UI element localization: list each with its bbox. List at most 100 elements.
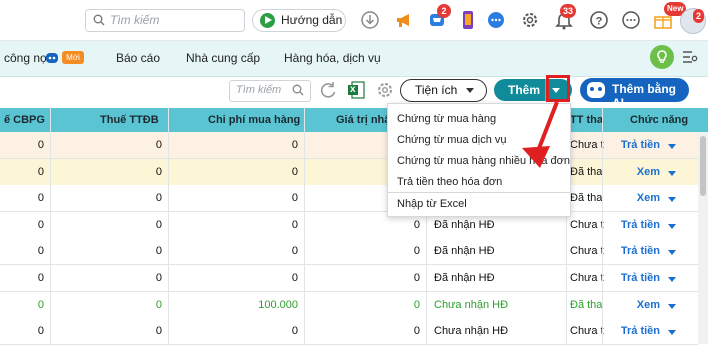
menu-item-import-excel[interactable]: Nhập từ Excel: [397, 198, 467, 210]
robot-icon: [46, 53, 58, 63]
table-row[interactable]: 0 0 0 Chưa t Trả tiền: [0, 132, 698, 159]
cell-import-value: 0: [413, 245, 420, 258]
cell-payment-status: Chưa t: [570, 325, 604, 338]
row-action-link[interactable]: Xem: [637, 299, 660, 311]
megaphone-icon[interactable]: [394, 10, 414, 30]
search-placeholder: Tìm kiếm: [110, 13, 160, 27]
table-row[interactable]: 0 0 100.000 0 Chưa nhận HĐ Đã tha Xem: [0, 291, 698, 319]
avatar-badge: 2: [693, 9, 705, 23]
export-excel-button[interactable]: x: [347, 81, 365, 99]
col-header-cbpg[interactable]: ế CBPG: [4, 114, 45, 126]
utilities-label: Tiện ích: [415, 83, 458, 97]
list-search-placeholder: Tìm kiếm: [236, 84, 282, 96]
help-icon[interactable]: ?: [589, 10, 609, 30]
table-row[interactable]: 0 0 0 0 Chưa nhận HĐ Chưa t Trả tiền: [0, 318, 698, 345]
chat-icon[interactable]: [486, 10, 506, 30]
cell-special-tax: 0: [155, 218, 162, 231]
chevron-down-icon[interactable]: [668, 277, 676, 282]
col-header-purchase-cost[interactable]: Chi phí mua hàng: [208, 114, 300, 126]
vertical-scrollbar[interactable]: [698, 132, 708, 344]
cart-badge: 2: [437, 4, 451, 18]
cell-import-value: 0: [413, 218, 420, 231]
avatar[interactable]: 2: [680, 8, 706, 34]
refresh-icon[interactable]: [318, 80, 338, 100]
menu-item-purchase-voucher[interactable]: Chứng từ mua hàng: [397, 113, 496, 125]
cell-cbpg: 0: [37, 272, 44, 284]
cell-invoice-status: Chưa nhận HĐ: [434, 325, 509, 338]
cell-cbpg: 0: [37, 165, 44, 178]
cell-cbpg: 0: [37, 218, 44, 231]
cell-purchase-cost: 0: [291, 272, 298, 284]
row-action-link[interactable]: Trả tiền: [621, 139, 660, 151]
row-action-link[interactable]: Xem: [637, 166, 660, 178]
cell-special-tax: 0: [155, 325, 162, 338]
cell-purchase-cost: 0: [291, 165, 298, 178]
table-row[interactable]: 0 0 0 0 Đã nhận HĐ Chưa t Trả tiền: [0, 265, 698, 292]
menu-divider: [388, 192, 570, 193]
new-pill: Mới: [62, 51, 84, 64]
list-search-input[interactable]: Tìm kiếm: [229, 80, 311, 102]
col-header-actions[interactable]: Chức năng: [630, 114, 688, 126]
chevron-down-icon[interactable]: [668, 330, 676, 336]
cell-purchase-cost: 0: [291, 245, 298, 258]
chevron-down-icon[interactable]: [668, 223, 676, 229]
cell-purchase-cost: 0: [291, 218, 298, 231]
cell-special-tax: 0: [155, 192, 162, 205]
row-action-link[interactable]: Trả tiền: [621, 245, 660, 257]
chevron-down-icon[interactable]: [668, 303, 676, 309]
row-action-link[interactable]: Trả tiền: [621, 325, 660, 337]
settings-icon[interactable]: [376, 81, 394, 99]
notification-badge: 33: [560, 4, 577, 18]
cart-button[interactable]: 2: [428, 4, 451, 30]
add-button[interactable]: Thêm: [508, 83, 540, 97]
menu-item-pay-by-invoice[interactable]: Trả tiền theo hóa đơn: [397, 176, 502, 188]
notification-button[interactable]: 33: [554, 4, 577, 30]
menu-item-service-voucher[interactable]: Chứng từ mua dịch vụ: [397, 134, 507, 146]
table-row[interactable]: 0 0 0 Đã tha Xem: [0, 185, 698, 213]
global-search-input[interactable]: Tìm kiếm: [85, 9, 245, 32]
cell-cbpg: 0: [37, 298, 44, 311]
cell-cbpg: 0: [37, 192, 44, 205]
row-action-link[interactable]: Trả tiền: [621, 272, 660, 284]
gear-icon[interactable]: [520, 10, 540, 30]
table-row[interactable]: 0 0 0 Đã tha Xem: [0, 158, 698, 186]
chevron-down-icon[interactable]: [668, 144, 676, 149]
chevron-down-icon[interactable]: [668, 250, 676, 256]
cell-purchase-cost: 0: [291, 139, 298, 151]
guide-button[interactable]: Hướng dẫn: [252, 9, 346, 32]
phone-icon[interactable]: [458, 10, 478, 30]
row-action-link[interactable]: Trả tiền: [621, 219, 660, 231]
search-icon: [93, 14, 105, 26]
cell-special-tax: 0: [155, 245, 162, 258]
download-icon[interactable]: [360, 10, 380, 30]
cell-payment-status: Đã tha: [570, 298, 603, 311]
col-header-special-tax[interactable]: Thuế TTĐB: [100, 114, 159, 126]
cell-purchase-cost: 0: [291, 325, 298, 338]
tab-reports[interactable]: Báo cáo: [116, 51, 160, 65]
table-row[interactable]: 0 0 0 0 Đã nhận HĐ Chưa t Trả tiền: [0, 211, 698, 239]
table-row[interactable]: 0 0 0 0 Đã nhận HĐ Chưa t Trả tiền: [0, 238, 698, 266]
utilities-dropdown[interactable]: Tiện ích: [400, 79, 487, 102]
tab-payables[interactable]: công nợ: [4, 51, 48, 65]
search-icon: [292, 84, 304, 96]
tab-suppliers[interactable]: Nhà cung cấp: [186, 51, 260, 65]
more-icon[interactable]: [621, 10, 641, 30]
cell-invoice-status: Đã nhận HĐ: [434, 245, 495, 258]
ai-label: Thêm bằng AI: [612, 82, 677, 110]
chevron-down-icon[interactable]: [668, 170, 676, 176]
robot-icon: [587, 82, 605, 98]
cell-cbpg: 0: [37, 245, 44, 258]
col-header-payment-status[interactable]: TT tha: [570, 114, 603, 126]
cell-cbpg: 0: [37, 325, 44, 338]
tab-goods-services[interactable]: Hàng hóa, dịch vụ: [284, 51, 381, 65]
whats-new-button[interactable]: New: [652, 2, 687, 30]
row-action-link[interactable]: Xem: [637, 192, 660, 204]
tips-button[interactable]: [650, 45, 674, 69]
add-with-ai-button[interactable]: Thêm bằng AI: [580, 78, 689, 110]
customize-icon[interactable]: [682, 50, 698, 64]
cell-payment-status: Đã tha: [570, 192, 603, 205]
cell-special-tax: 0: [155, 298, 162, 311]
module-nav: công nợ Mới Báo cáo Nhà cung cấp Hàng hó…: [0, 41, 708, 77]
scrollbar-thumb[interactable]: [700, 136, 706, 196]
chevron-down-icon[interactable]: [668, 197, 676, 203]
